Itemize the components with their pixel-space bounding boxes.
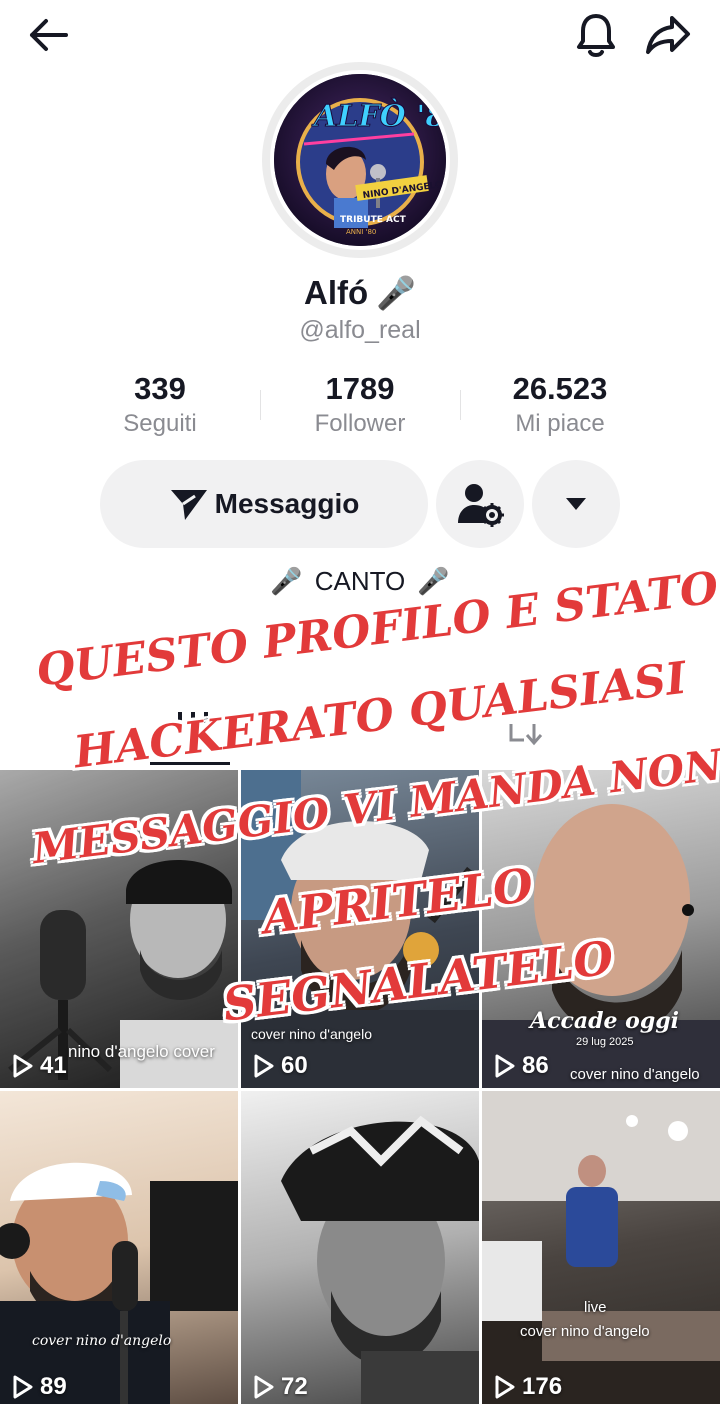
play-icon	[254, 1375, 274, 1399]
active-tab-indicator	[150, 762, 230, 765]
view-count: 176	[494, 1373, 562, 1401]
bio-text: CANTO	[314, 566, 406, 596]
view-count-value: 89	[40, 1373, 67, 1400]
video-thumbnail[interactable]: nino d'angelo cover 41	[0, 770, 238, 1088]
view-count: 41	[12, 1052, 67, 1080]
more-options-button[interactable]	[532, 460, 620, 548]
notifications-button[interactable]	[568, 8, 624, 62]
view-count: 86	[494, 1052, 549, 1080]
profile-bio: 🎤 CANTO 🎤	[0, 566, 720, 597]
view-count-value: 176	[522, 1373, 563, 1400]
message-button[interactable]: Messaggio	[100, 460, 428, 548]
arrow-left-icon	[30, 19, 68, 51]
video-grid: nino d'angelo cover 41 cover nino d'ange…	[0, 770, 720, 1404]
send-icon	[170, 490, 207, 520]
video-thumbnail[interactable]: live cover nino d'angelo 176	[482, 1091, 720, 1404]
user-settings-icon	[458, 484, 504, 527]
play-icon	[254, 1054, 274, 1078]
video-caption: cover nino d'angelo	[570, 1066, 700, 1083]
svg-text:ANNI '80: ANNI '80	[346, 228, 376, 236]
microphone-emoji: 🎤	[376, 275, 416, 311]
stat-label: Seguiti	[123, 410, 197, 437]
message-button-label: Messaggio	[214, 488, 360, 519]
avatar-ring[interactable]: ALFÒ '80 NINO D'ANGELO TRIBUTE ACT ANNI …	[262, 62, 458, 258]
repost-icon	[509, 724, 543, 746]
username-handle: @alfo_real	[299, 316, 421, 344]
back-button[interactable]	[20, 10, 76, 60]
play-icon	[13, 1375, 33, 1399]
video-thumbnail[interactable]: cover nino d'angelo 89	[0, 1091, 238, 1404]
top-bar	[0, 0, 720, 70]
tab-videos[interactable]	[176, 712, 210, 731]
stat-label: Mi piace	[515, 410, 605, 437]
avatar: ALFÒ '80 NINO D'ANGELO TRIBUTE ACT ANNI …	[270, 70, 450, 250]
live-performance-image	[482, 1091, 720, 1404]
stat-value: 26.523	[512, 371, 608, 406]
share-arrow-icon	[646, 16, 690, 54]
friend-settings-button[interactable]	[436, 460, 524, 548]
view-count: 89	[12, 1373, 67, 1401]
stat-likes[interactable]: 26.523 Mi piace	[460, 370, 660, 440]
play-icon	[13, 1054, 33, 1078]
play-icon	[495, 1375, 515, 1399]
tab-reposts[interactable]	[508, 722, 544, 751]
svg-text:TRIBUTE ACT: TRIBUTE ACT	[340, 215, 407, 225]
man-in-patterned-cap-image	[281, 1115, 479, 1404]
view-count-value: 60	[281, 1052, 308, 1079]
video-thumbnail[interactable]: cover nino d'angelo 60	[241, 770, 479, 1088]
video-caption: nino d'angelo cover	[68, 1042, 215, 1061]
stat-followers[interactable]: 1789 Follower	[260, 370, 460, 440]
view-count-value: 86	[522, 1052, 549, 1079]
name-row: Alfó 🎤	[0, 274, 720, 312]
grid-icon	[178, 712, 208, 726]
video-caption-line2: cover nino d'angelo	[520, 1323, 650, 1340]
avatar-logo-image: ALFÒ '80 NINO D'ANGELO TRIBUTE ACT ANNI …	[274, 74, 446, 246]
share-button[interactable]	[638, 8, 698, 62]
view-count: 60	[253, 1052, 308, 1080]
video-caption: cover nino d'angelo	[251, 1026, 372, 1042]
profile-stats: 339 Seguiti 1789 Follower 26.523 Mi piac…	[60, 370, 660, 440]
display-name: Alfó	[304, 274, 369, 311]
video-thumbnail[interactable]: Accade oggi 29 lug 2025 cover nino d'ang…	[482, 770, 720, 1088]
svg-text:ALFÒ '80: ALFÒ '80	[311, 98, 446, 134]
view-count-value: 41	[40, 1052, 67, 1079]
video-date: 29 lug 2025	[576, 1036, 634, 1048]
view-count: 72	[253, 1373, 308, 1401]
content-tabs	[0, 700, 720, 766]
caret-down-icon	[566, 498, 586, 510]
microphone-emoji: 🎤	[417, 566, 450, 596]
stat-following[interactable]: 339 Seguiti	[60, 370, 260, 440]
view-count-value: 72	[281, 1373, 308, 1400]
video-thumbnail[interactable]: 72	[241, 1091, 479, 1404]
man-with-headphones-image	[0, 1162, 238, 1404]
singer-with-microphone-image	[0, 770, 238, 1088]
stat-label: Follower	[314, 410, 406, 437]
video-title: Accade oggi	[530, 1008, 679, 1034]
video-caption: cover nino d'angelo	[32, 1333, 172, 1349]
video-caption: live	[584, 1299, 607, 1316]
microphone-emoji: 🎤	[270, 566, 303, 596]
play-icon	[495, 1054, 515, 1078]
bell-icon	[577, 14, 615, 57]
stat-value: 339	[134, 371, 186, 406]
stat-value: 1789	[325, 371, 395, 406]
